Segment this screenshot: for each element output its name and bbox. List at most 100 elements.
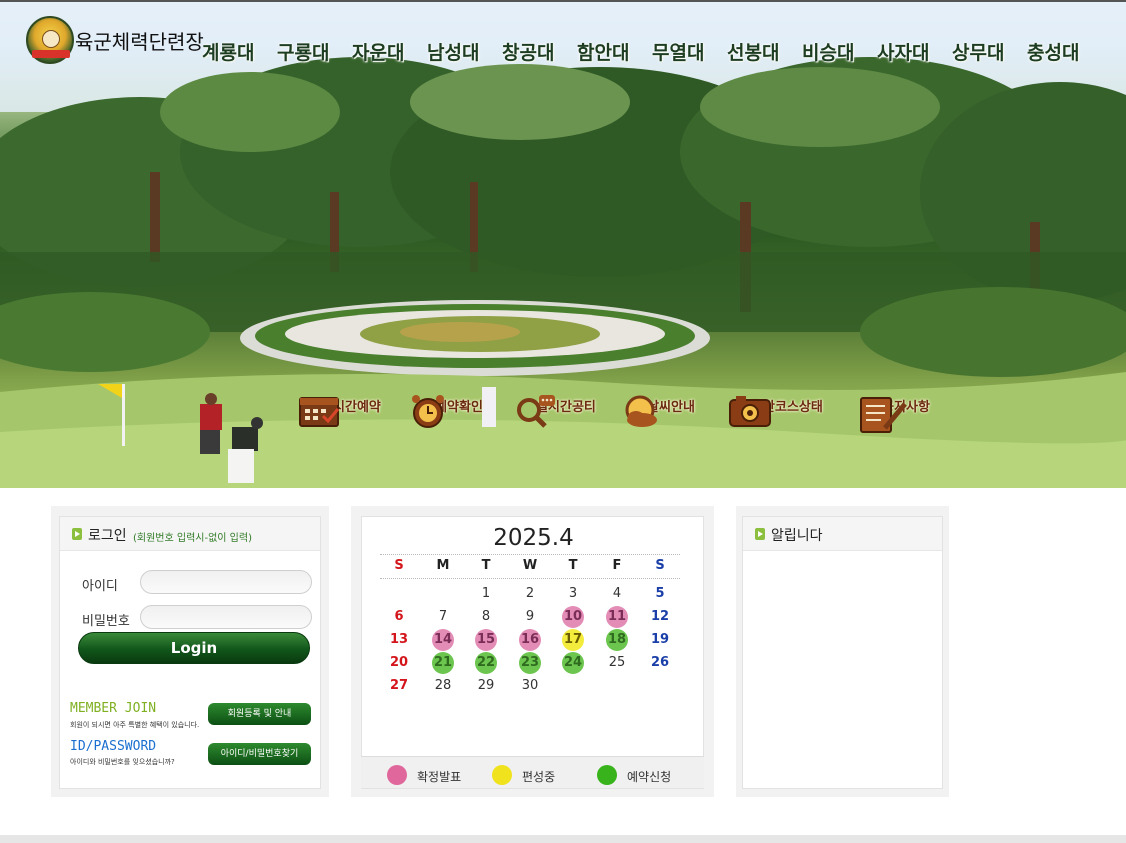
idpw-title: ID/PASSWORD	[70, 739, 157, 754]
login-header: 로그인 (회원번호 입력시-없이 입력)	[60, 517, 320, 551]
quick-realtime-reservation[interactable]: 실시간예약	[296, 392, 406, 427]
weekday-header: F	[612, 558, 622, 573]
calendar-day[interactable]: 30	[519, 675, 541, 697]
quick-weather[interactable]: 날씨안내	[616, 392, 726, 427]
calendar-day[interactable]: 26	[649, 652, 671, 674]
legend-label: 편성중	[522, 770, 556, 784]
arrow-bullet-icon	[755, 528, 765, 540]
calendar-day[interactable]: 5	[649, 583, 671, 605]
camera-icon	[729, 396, 771, 427]
quick-notice[interactable]: 공지사항	[851, 392, 961, 433]
calendar-day[interactable]: 13	[388, 629, 410, 651]
nav-item[interactable]: 계룡대	[202, 38, 254, 65]
hero-banner: 육군체력단련장 계룡대 구룡대 자운대 남성대 창공대 함안대 무열대 선봉대 …	[0, 2, 1126, 488]
weekday-header: M	[436, 558, 450, 573]
calendar-day[interactable]: 16	[519, 629, 541, 651]
find-idpw-button[interactable]: 아이디/비밀번호찾기	[208, 743, 311, 765]
login-panel: 로그인 (회원번호 입력시-없이 입력) 아이디 비밀번호 Login MEMB…	[51, 506, 329, 797]
calendar-day[interactable]: 2	[519, 583, 541, 605]
member-join-title: MEMBER JOIN	[70, 701, 157, 716]
weekday-header: S	[655, 558, 665, 573]
weekday-header: S	[394, 558, 404, 573]
magnifier-chat-icon	[517, 395, 555, 428]
nav-item[interactable]: 창공대	[502, 38, 554, 65]
weekday-header: W	[522, 558, 538, 573]
calendar-day[interactable]: 23	[519, 652, 541, 674]
notepad-pen-icon	[860, 397, 907, 433]
calendar-day[interactable]: 4	[606, 583, 628, 605]
calendar-day[interactable]: 25	[606, 652, 628, 674]
member-join-button[interactable]: 회원등록 및 안내	[208, 703, 311, 725]
main-nav: 계룡대 구룡대 자운대 남성대 창공대 함안대 무열대 선봉대 비승대 사자대 …	[0, 38, 1126, 68]
footer-bar	[0, 835, 1126, 843]
login-subtitle: (회원번호 입력시-없이 입력)	[133, 533, 252, 544]
divider	[380, 554, 680, 555]
login-button[interactable]: Login	[78, 632, 310, 664]
login-title: 로그인	[88, 528, 127, 544]
calendar-day[interactable]: 11	[606, 606, 628, 628]
quick-reservation-check[interactable]: 예약확인	[404, 392, 514, 428]
calendar-day[interactable]: 8	[475, 606, 497, 628]
quick-realtime-tee[interactable]: 실시간공티	[511, 392, 621, 428]
notice-box: 알립니다	[742, 516, 943, 789]
legend-dot-icon	[387, 765, 407, 785]
calendar-day[interactable]: 17	[562, 629, 584, 651]
member-join-desc: 회원이 되시면 아주 특별한 혜택이 있습니다.	[70, 721, 200, 729]
password-input[interactable]	[140, 605, 312, 629]
calendar-day[interactable]: 9	[519, 606, 541, 628]
quick-course-status[interactable]: 실시간코스상태	[726, 392, 836, 427]
legend-dot-icon	[597, 765, 617, 785]
calendar-day[interactable]: 29	[475, 675, 497, 697]
sun-cloud-icon	[625, 395, 657, 427]
calendar-day[interactable]: 1	[475, 583, 497, 605]
notice-panel: 알립니다	[736, 506, 949, 797]
arrow-bullet-icon	[72, 528, 82, 540]
calendar-legend: 확정발표 편성중 예약신청	[361, 756, 704, 788]
nav-item[interactable]: 구룡대	[277, 38, 329, 65]
notice-title[interactable]: 알립니다	[771, 525, 823, 545]
calendar-day[interactable]: 3	[562, 583, 584, 605]
calendar-day[interactable]: 7	[432, 606, 454, 628]
calendar-day[interactable]: 10	[562, 606, 584, 628]
golf-course-photo	[0, 2, 1126, 488]
calendar-day[interactable]: 15	[475, 629, 497, 651]
nav-item[interactable]: 선봉대	[727, 38, 779, 65]
divider	[380, 578, 680, 579]
calendar-day[interactable]: 27	[388, 675, 410, 697]
calendar-day[interactable]: 14	[432, 629, 454, 651]
nav-item[interactable]: 함안대	[577, 38, 629, 65]
login-box: 로그인 (회원번호 입력시-없이 입력) 아이디 비밀번호 Login MEMB…	[59, 516, 321, 789]
calendar-day[interactable]: 24	[562, 652, 584, 674]
calendar-title: 2025.4	[493, 525, 574, 551]
nav-item[interactable]: 자운대	[352, 38, 404, 65]
page: 육군체력단련장 계룡대 구룡대 자운대 남성대 창공대 함안대 무열대 선봉대 …	[0, 0, 1126, 843]
nav-item[interactable]: 상무대	[952, 38, 1004, 65]
calendar-panel: 2025.4 S M T W T F S 1 2 3 4 5 6 7 8 9 10 11 12 13 14 15 16 17 1…	[351, 506, 714, 797]
weekday-header: T	[568, 558, 578, 573]
id-input[interactable]	[140, 570, 312, 594]
nav-item[interactable]: 남성대	[427, 38, 479, 65]
calendar: 2025.4 S M T W T F S 1 2 3 4 5 6 7 8 9 10 11 12 13 14 15 16 17 1…	[361, 516, 704, 789]
legend-dot-icon	[492, 765, 512, 785]
calendar-day[interactable]: 18	[606, 629, 628, 651]
nav-item[interactable]: 사자대	[877, 38, 929, 65]
calendar-day[interactable]: 22	[475, 652, 497, 674]
weekday-header: T	[481, 558, 491, 573]
id-label: 아이디	[82, 579, 118, 594]
notice-header: 알립니다	[743, 517, 942, 551]
calendar-check-icon	[299, 397, 340, 427]
idpw-desc: 아이디와 비밀번호를 잊으셨습니까?	[70, 758, 175, 766]
alarm-clock-icon	[412, 395, 444, 428]
password-label: 비밀번호	[82, 614, 130, 629]
calendar-day[interactable]: 6	[388, 606, 410, 628]
legend-label: 확정발표	[417, 770, 462, 784]
calendar-day[interactable]: 21	[432, 652, 454, 674]
calendar-day[interactable]: 20	[388, 652, 410, 674]
legend-label: 예약신청	[627, 770, 672, 784]
nav-item[interactable]: 비승대	[802, 38, 854, 65]
calendar-day[interactable]: 12	[649, 606, 671, 628]
calendar-day[interactable]: 28	[432, 675, 454, 697]
nav-item[interactable]: 충성대	[1027, 38, 1079, 65]
calendar-day[interactable]: 19	[649, 629, 671, 651]
nav-item[interactable]: 무열대	[652, 38, 704, 65]
